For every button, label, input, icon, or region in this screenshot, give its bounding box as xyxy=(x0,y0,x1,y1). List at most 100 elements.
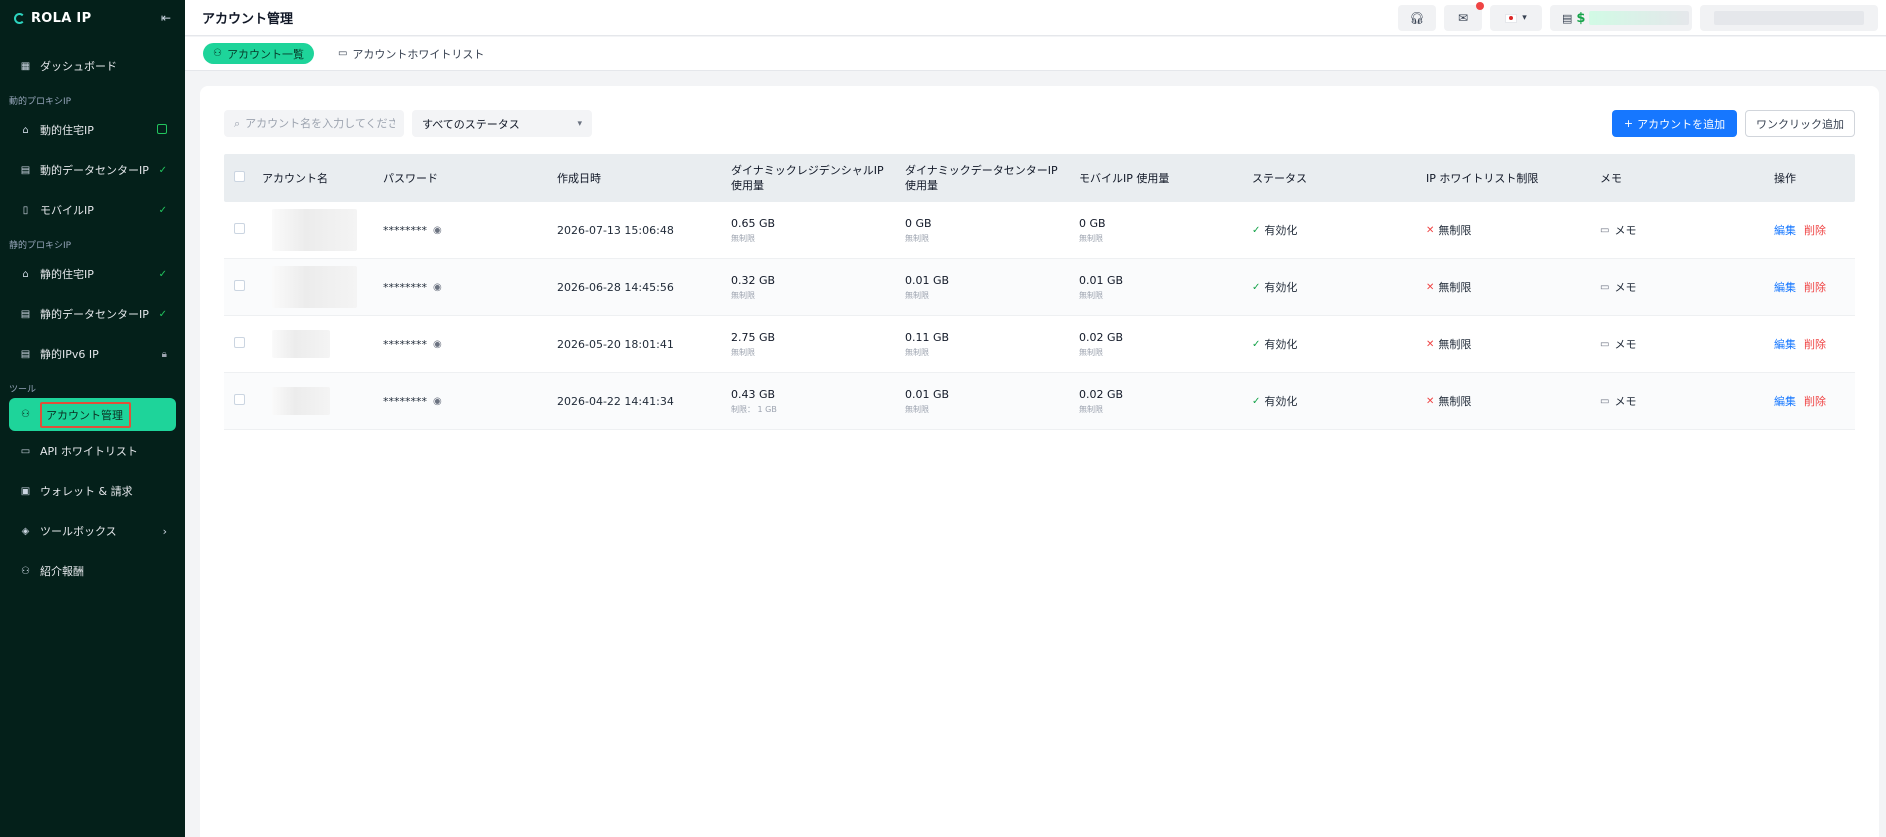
datacenter-usage: 0 GB xyxy=(905,216,932,230)
sidebar-item-label: 動的住宅IP xyxy=(40,124,94,137)
sidebar-item-static-ipv6[interactable]: ▤ 静的IPv6 IP 🔒︎ xyxy=(0,334,185,374)
top-header: アカウント管理 🎧︎ ✉ ▾ ▤ $ xyxy=(185,0,1886,36)
eye-icon[interactable]: ◉ xyxy=(433,282,442,293)
tab-account-whitelist[interactable]: ▭ アカウントホワイトリスト xyxy=(328,43,494,64)
sidebar: ROLA IP ⇤ ▦ ダッシュボード 動的プロキシIP ⌂ 動的住宅IP ▤ … xyxy=(0,0,185,837)
mobile-limit: 無制限 xyxy=(1079,404,1103,414)
created-at: 2026-07-13 15:06:48 xyxy=(557,223,674,237)
table-body: ******** ◉ 2026-07-13 15:06:48 0.65 GB 無制限… xyxy=(224,202,1855,430)
row-checkbox[interactable] xyxy=(234,394,245,405)
check-icon: ✓ xyxy=(158,308,167,320)
check-icon: ✓ xyxy=(1252,281,1261,293)
status-filter-select[interactable]: すべてのステータス ▾ xyxy=(412,110,592,137)
search-box[interactable]: ⌕ xyxy=(224,110,404,137)
mobile-usage: 0.02 GB xyxy=(1079,330,1124,344)
sidebar-item-wallet[interactable]: ▣ ウォレット & 請求 xyxy=(0,471,185,511)
note-icon: ▭ xyxy=(1600,224,1610,236)
col-header-residential-line2: 使用量 xyxy=(731,179,764,192)
status-badge: 有効化 xyxy=(1264,224,1298,237)
password-masked: ******** xyxy=(383,394,427,408)
select-all-checkbox[interactable] xyxy=(234,171,245,182)
row-checkbox[interactable] xyxy=(234,337,245,348)
user-menu[interactable] xyxy=(1700,5,1878,31)
col-header-memo: メモ xyxy=(1600,172,1622,185)
datacenter-limit: 無制限 xyxy=(905,290,929,300)
brand: ROLA IP ⇤ xyxy=(0,0,185,36)
sidebar-item-toolbox[interactable]: ◈ ツールボックス › xyxy=(0,511,185,551)
sidebar-item-dashboard[interactable]: ▦ ダッシュボード xyxy=(0,46,185,86)
server-icon: ▤ xyxy=(20,348,31,360)
edit-button[interactable]: 編集 xyxy=(1774,393,1796,409)
tab-bar: ⚇ アカウント一覧 ▭ アカウントホワイトリスト xyxy=(185,37,1886,71)
search-icon: ⌕ xyxy=(234,116,241,130)
sidebar-item-label: モバイルIP xyxy=(40,204,94,217)
table-header: アカウント名 パスワード 作成日時 ダイナミックレジデンシャルIP 使用量 ダイ… xyxy=(224,154,1855,202)
datacenter-usage: 0.01 GB xyxy=(905,387,950,401)
memo-label: メモ xyxy=(1614,224,1637,237)
residential-limit: 制限： 1 GB xyxy=(731,404,777,414)
password-masked: ******** xyxy=(383,337,427,351)
check-icon: ✓ xyxy=(158,268,167,280)
password-masked: ******** xyxy=(383,280,427,294)
status-filter-value: すべてのステータス xyxy=(422,117,520,131)
eye-icon[interactable]: ◉ xyxy=(433,396,442,407)
table-row: ******** ◉ 2026-07-13 15:06:48 0.65 GB 無制限… xyxy=(224,202,1855,259)
language-select[interactable]: ▾ xyxy=(1490,5,1542,31)
memo-button[interactable]: ▭ メモ xyxy=(1600,222,1774,238)
sidebar-item-label: 静的データセンターIP xyxy=(40,308,149,321)
one-click-add-button[interactable]: ワンクリック追加 xyxy=(1745,110,1855,137)
sidebar-item-dynamic-datacenter[interactable]: ▤ 動的データセンターIP ✓ xyxy=(0,150,185,190)
close-icon: ✕ xyxy=(1426,281,1435,293)
delete-button[interactable]: 削除 xyxy=(1804,393,1826,409)
row-checkbox[interactable] xyxy=(234,280,245,291)
eye-icon[interactable]: ◉ xyxy=(433,339,442,350)
sidebar-item-api-whitelist[interactable]: ▭ API ホワイトリスト xyxy=(0,431,185,471)
status-badge: 有効化 xyxy=(1264,281,1298,294)
memo-button[interactable]: ▭ メモ xyxy=(1600,279,1774,295)
sidebar-item-label: アカウント管理 xyxy=(40,401,131,428)
mobile-icon: ▯ xyxy=(22,204,29,216)
balance-button[interactable]: ▤ $ xyxy=(1550,5,1692,31)
sidebar-item-account-management[interactable]: ⚇ アカウント管理 xyxy=(9,398,176,431)
accounts-table: アカウント名 パスワード 作成日時 ダイナミックレジデンシャルIP 使用量 ダイ… xyxy=(224,154,1855,430)
users-icon: ⚇ xyxy=(213,48,222,59)
tab-label: アカウント一覧 xyxy=(226,47,304,61)
mobile-limit: 無制限 xyxy=(1079,290,1103,300)
sidebar-item-static-residential[interactable]: ⌂ 静的住宅IP ✓ xyxy=(0,254,185,294)
chevron-down-icon: ▾ xyxy=(577,118,582,129)
residential-limit: 無制限 xyxy=(731,233,755,243)
account-name-redacted xyxy=(272,330,330,358)
edit-button[interactable]: 編集 xyxy=(1774,336,1796,352)
delete-button[interactable]: 削除 xyxy=(1804,336,1826,352)
memo-button[interactable]: ▭ メモ xyxy=(1600,336,1774,352)
sidebar-item-label: 静的住宅IP xyxy=(40,268,94,281)
mobile-usage: 0 GB xyxy=(1079,216,1106,230)
sidebar-item-label: 紹介報酬 xyxy=(40,565,84,578)
edit-button[interactable]: 編集 xyxy=(1774,279,1796,295)
tab-account-list[interactable]: ⚇ アカウント一覧 xyxy=(203,43,314,64)
logo[interactable]: ROLA IP xyxy=(14,11,91,26)
add-account-button[interactable]: + アカウントを追加 xyxy=(1612,110,1737,137)
created-at: 2026-06-28 14:45:56 xyxy=(557,280,674,294)
sidebar-item-referral[interactable]: ⚇ 紹介報酬 xyxy=(0,551,185,591)
collapse-left-icon[interactable]: ⇤ xyxy=(161,11,171,25)
mail-icon: ✉ xyxy=(1457,11,1469,25)
sidebar-item-dynamic-residential[interactable]: ⌂ 動的住宅IP xyxy=(0,110,185,150)
memo-button[interactable]: ▭ メモ xyxy=(1600,393,1774,409)
messages-button[interactable]: ✉ xyxy=(1444,2,1484,31)
col-header-password: パスワード xyxy=(383,172,438,185)
mobile-limit: 無制限 xyxy=(1079,233,1103,243)
home-icon: ⌂ xyxy=(22,124,29,136)
search-input[interactable] xyxy=(245,117,396,130)
eye-icon[interactable]: ◉ xyxy=(433,225,442,236)
sidebar-item-mobile[interactable]: ▯ モバイルIP ✓ xyxy=(0,190,185,230)
sidebar-item-static-datacenter[interactable]: ▤ 静的データセンターIP ✓ xyxy=(0,294,185,334)
delete-button[interactable]: 削除 xyxy=(1804,279,1826,295)
edit-button[interactable]: 編集 xyxy=(1774,222,1796,238)
delete-button[interactable]: 削除 xyxy=(1804,222,1826,238)
memo-label: メモ xyxy=(1614,395,1637,408)
currency-symbol: $ xyxy=(1576,10,1586,26)
row-checkbox[interactable] xyxy=(234,223,245,234)
support-button[interactable]: 🎧︎ xyxy=(1398,5,1436,31)
notification-dot xyxy=(1476,2,1484,10)
